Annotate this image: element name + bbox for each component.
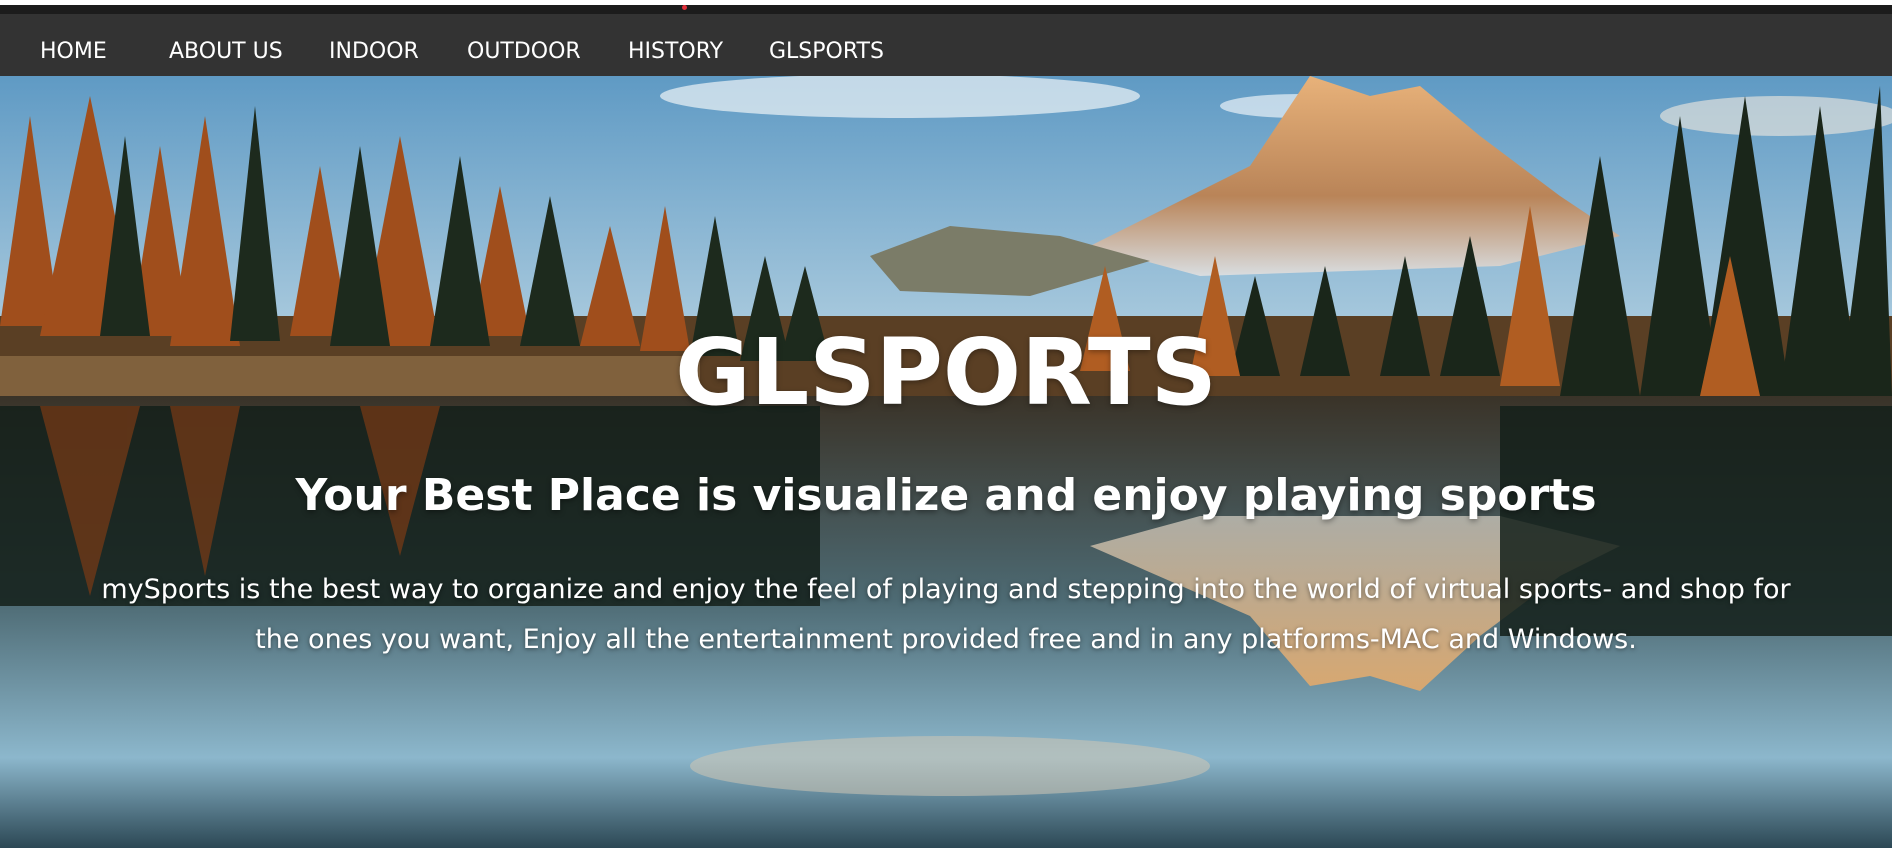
nav-item-history[interactable]: HISTORY [628, 14, 723, 76]
nav-item-about-us[interactable]: ABOUT US [169, 14, 283, 76]
nav-item-outdoor[interactable]: OUTDOOR [467, 14, 581, 76]
hero-title: GLSPORTS [675, 318, 1217, 426]
nav-item-indoor[interactable]: INDOOR [329, 14, 419, 76]
top-navbar: HOME ABOUT US INDOOR OUTDOOR HISTORY GLS… [0, 14, 1892, 76]
hero-banner: GLSPORTS Your Best Place is visualize an… [0, 76, 1892, 848]
hero-description: mySports is the best way to organize and… [101, 574, 1791, 655]
red-indicator-dot [682, 5, 687, 10]
browser-top-strip [0, 0, 1892, 14]
nav-item-glsports[interactable]: GLSPORTS [769, 14, 884, 76]
hero-subtitle: Your Best Place is visualize and enjoy p… [295, 469, 1597, 521]
nav-item-home[interactable]: HOME [40, 14, 107, 76]
hero-content: GLSPORTS Your Best Place is visualize an… [0, 76, 1892, 848]
